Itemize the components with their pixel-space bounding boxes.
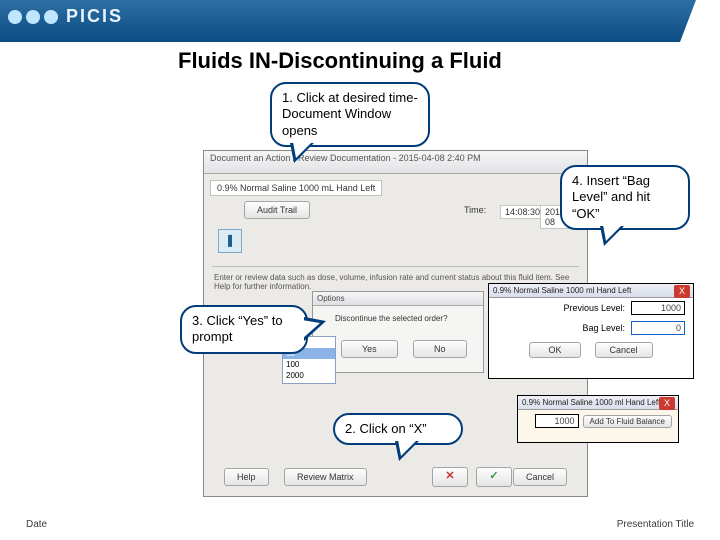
prompt-titlebar: Options — [313, 292, 483, 306]
slide: PICIS Fluids IN-Discontinuing a Fluid Do… — [0, 0, 720, 540]
callout-text: 1. Click at desired time-Document Window… — [282, 90, 418, 138]
previous-level-input[interactable]: 1000 — [631, 301, 685, 315]
header-decoration — [680, 0, 720, 42]
fluid-icon: ❚ — [218, 229, 242, 253]
logo-dot-icon — [26, 10, 40, 24]
callout-text: 2. Click on “X” — [345, 421, 427, 436]
bag-level-dialog: 0.9% Normal Saline 1000 ml Hand Left X P… — [488, 283, 694, 379]
add-to-fluid-button[interactable]: Add To Fluid Balance — [583, 415, 672, 428]
bag-title-text: 0.9% Normal Saline 1000 ml Hand Left — [493, 286, 631, 295]
time-label: Time: — [464, 205, 486, 215]
review-matrix-button[interactable]: Review Matrix — [284, 468, 367, 486]
callout-step-2: 2. Click on “X” — [333, 413, 463, 445]
cancel-button[interactable]: Cancel — [513, 468, 567, 486]
dialog-title: Document an Action / Review Documentatio… — [204, 151, 587, 174]
slide-title: Fluids IN-Discontinuing a Fluid — [178, 48, 502, 74]
fluid-name-label: 0.9% Normal Saline 1000 mL Hand Left — [210, 180, 382, 196]
callout-text: 3. Click “Yes” to prompt — [192, 313, 283, 344]
logo-dot-icon — [44, 10, 58, 24]
inset-value[interactable]: 1000 — [535, 414, 579, 428]
callout-text: 4. Insert “Bag Level” and hit “OK” — [572, 173, 650, 221]
close-icon[interactable]: X — [659, 397, 675, 410]
audit-trail-button[interactable]: Audit Trail — [244, 201, 310, 219]
list-item[interactable]: 100 — [283, 359, 335, 370]
prompt-text: Discontinue the selected order? — [335, 314, 448, 323]
inset-title-text: 0.9% Normal Saline 1000 ml Hand Left — [522, 398, 660, 407]
bag-cancel-button[interactable]: Cancel — [595, 342, 653, 358]
callout-tail-icon — [395, 441, 419, 461]
x-button[interactable]: ✕ — [432, 467, 468, 487]
bag-level-label: Bag Level: — [582, 323, 625, 333]
inset-titlebar: 0.9% Normal Saline 1000 ml Hand Left X — [518, 396, 678, 410]
no-button[interactable]: No — [413, 340, 467, 358]
brand-header: PICIS — [0, 0, 720, 42]
help-button[interactable]: Help — [224, 468, 269, 486]
separator — [212, 266, 579, 267]
close-icon[interactable]: X — [674, 285, 690, 298]
check-button[interactable]: ✓ — [476, 467, 512, 487]
brand-name: PICIS — [66, 6, 123, 27]
time-value[interactable]: 14:08:30 — [500, 205, 545, 219]
list-item[interactable]: 2000 — [283, 370, 335, 381]
logo-dot-icon — [8, 10, 22, 24]
ok-button[interactable]: OK — [529, 342, 580, 358]
callout-tail-icon — [290, 143, 314, 163]
inset-dialog: 0.9% Normal Saline 1000 ml Hand Left X 1… — [517, 395, 679, 443]
previous-level-label: Previous Level: — [563, 303, 625, 313]
callout-tail-icon — [304, 317, 326, 341]
callout-step-3: 3. Click “Yes” to prompt — [180, 305, 308, 354]
bag-level-input[interactable]: 0 — [631, 321, 685, 335]
footer-date: Date — [26, 519, 47, 530]
callout-step-1: 1. Click at desired time-Document Window… — [270, 82, 430, 147]
bag-titlebar: 0.9% Normal Saline 1000 ml Hand Left X — [489, 284, 693, 298]
yes-button[interactable]: Yes — [341, 340, 398, 358]
callout-step-4: 4. Insert “Bag Level” and hit “OK” — [560, 165, 690, 230]
brand-logo: PICIS — [8, 6, 123, 27]
callout-tail-icon — [600, 226, 624, 246]
footer-title: Presentation Title — [617, 519, 694, 530]
confirm-prompt: Options Discontinue the selected order? … — [312, 291, 484, 373]
